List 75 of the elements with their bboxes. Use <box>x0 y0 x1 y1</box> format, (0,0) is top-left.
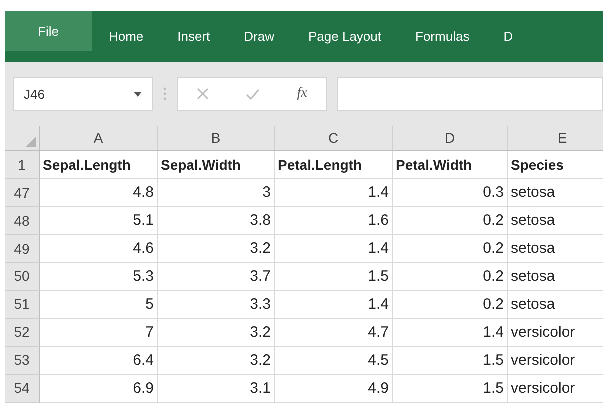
row-header[interactable]: 50 <box>5 263 40 291</box>
ribbon-tab[interactable]: Home <box>92 11 161 62</box>
select-all-corner[interactable] <box>5 126 40 151</box>
table-cell: 4.5 <box>275 347 393 375</box>
table-cell: 3.2 <box>158 347 275 375</box>
table-cell: setosa <box>508 235 603 263</box>
ribbon-tab[interactable]: Draw <box>227 11 292 62</box>
table-cell: 1.5 <box>393 375 508 403</box>
table-cell: 3.7 <box>158 263 275 291</box>
table-cell: versicolor <box>508 375 603 403</box>
column-header[interactable]: E <box>508 126 603 151</box>
header-cell: Petal.Width <box>393 151 508 179</box>
row-header[interactable]: 53 <box>5 347 40 375</box>
insert-function-button[interactable]: fx <box>297 86 308 102</box>
ribbon-tab[interactable]: File <box>5 11 92 51</box>
table-cell: 3.8 <box>158 207 275 235</box>
table-cell: 4.6 <box>40 235 158 263</box>
table-cell: 0.2 <box>393 291 508 319</box>
cancel-icon[interactable] <box>196 88 209 100</box>
table-cell: 1.4 <box>275 291 393 319</box>
formula-field[interactable] <box>337 77 603 111</box>
table-cell: 1.4 <box>275 179 393 207</box>
table-cell: setosa <box>508 291 603 319</box>
corner-triangle-icon <box>26 137 36 147</box>
table-cell: 1.6 <box>275 207 393 235</box>
row-header[interactable]: 51 <box>5 291 40 319</box>
ribbon-tab[interactable]: Formulas <box>398 11 487 62</box>
table-cell: 0.2 <box>393 263 508 291</box>
check-icon[interactable] <box>246 88 260 100</box>
row-header[interactable]: 1 <box>5 151 40 179</box>
row-header[interactable]: 54 <box>5 375 40 403</box>
table-cell: 4.8 <box>40 179 158 207</box>
column-header[interactable]: D <box>393 126 508 151</box>
table-cell: versicolor <box>508 319 603 347</box>
table-cell: 5 <box>40 291 158 319</box>
row-header[interactable]: 52 <box>5 319 40 347</box>
name-box[interactable]: J46 <box>13 77 153 111</box>
table-cell: 0.3 <box>393 179 508 207</box>
row-header[interactable]: 47 <box>5 179 40 207</box>
table-cell: versicolor <box>508 347 603 375</box>
table-cell: 3.2 <box>158 235 275 263</box>
table-cell: 7 <box>40 319 158 347</box>
header-cell: Petal.Length <box>275 151 393 179</box>
table-cell: 1.4 <box>393 319 508 347</box>
header-cell: Species <box>508 151 603 179</box>
table-cell: 6.9 <box>40 375 158 403</box>
table-cell: 5.1 <box>40 207 158 235</box>
table-cell: 6.4 <box>40 347 158 375</box>
table-cell: 3.1 <box>158 375 275 403</box>
table-cell: 1.5 <box>275 263 393 291</box>
column-header[interactable]: C <box>275 126 393 151</box>
dropdown-caret-icon <box>134 92 142 96</box>
table-cell: 4.9 <box>275 375 393 403</box>
ribbon-tab[interactable]: Page Layout <box>292 11 399 62</box>
header-cell: Sepal.Length <box>40 151 158 179</box>
table-cell: 5.3 <box>40 263 158 291</box>
table-cell: 0.2 <box>393 235 508 263</box>
table-cell: 1.5 <box>393 347 508 375</box>
column-header[interactable]: B <box>158 126 275 151</box>
grip-icon <box>163 86 167 102</box>
row-header[interactable]: 49 <box>5 235 40 263</box>
table-cell: 1.4 <box>275 235 393 263</box>
table-cell: setosa <box>508 179 603 207</box>
table-cell: 4.7 <box>275 319 393 347</box>
column-header[interactable]: A <box>40 126 158 151</box>
table-cell: setosa <box>508 263 603 291</box>
row-header[interactable]: 48 <box>5 207 40 235</box>
table-cell: 3.2 <box>158 319 275 347</box>
table-cell: 3.3 <box>158 291 275 319</box>
ribbon-tab[interactable]: Insert <box>160 11 228 62</box>
table-cell: setosa <box>508 207 603 235</box>
header-cell: Sepal.Width <box>158 151 275 179</box>
ribbon-tab[interactable]: D <box>486 11 530 62</box>
table-cell: 3 <box>158 179 275 207</box>
table-cell: 0.2 <box>393 207 508 235</box>
